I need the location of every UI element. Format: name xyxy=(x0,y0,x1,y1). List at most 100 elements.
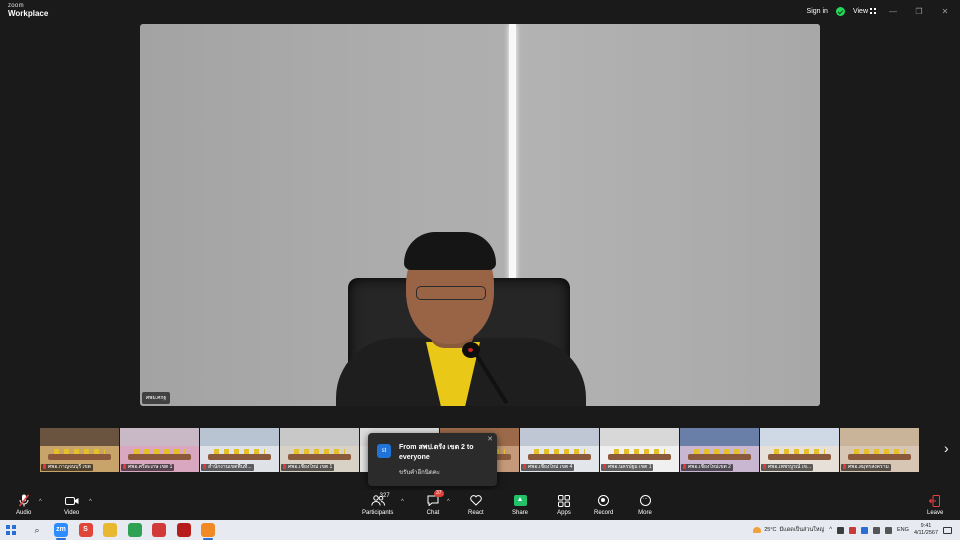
volume-tray-icon[interactable] xyxy=(885,526,893,534)
more-button[interactable]: ··· More xyxy=(638,494,652,516)
share-label: Share xyxy=(512,510,529,516)
record-label: Record xyxy=(594,510,614,516)
security-tray-icon[interactable] xyxy=(849,526,857,534)
weather-widget[interactable]: 25°C มีแดดเป็นส่วนใหญ่ xyxy=(753,526,824,534)
security-shield-icon[interactable] xyxy=(835,6,845,16)
video-camera-icon xyxy=(64,494,79,507)
view-button[interactable]: View xyxy=(853,8,876,15)
media-app-icon[interactable] xyxy=(201,523,215,537)
participant-tile[interactable]: สำนักงานเขตพื้นที่... xyxy=(200,428,279,472)
video-options-caret[interactable]: ^ xyxy=(89,499,92,505)
share-screen-icon xyxy=(513,494,527,507)
muted-mic-icon xyxy=(523,464,526,469)
chat-message-text: ขรับคำอีกนิดคะ xyxy=(399,470,440,476)
zoom-window: zoom Workplace Sign in View — ❐ ✕ ศพม.ศก… xyxy=(0,0,960,540)
s-app-icon[interactable]: S xyxy=(78,523,93,537)
meeting-toolbar: Audio ^ Video ^ 327 Participants ^ 37 Ch… xyxy=(0,490,960,520)
tile-name-text: ศพอ.เชียงใหม่เขต 2 xyxy=(688,464,731,470)
tile-name-text: ศพอ.เชียงใหม่ เขต 4 xyxy=(528,464,573,470)
muted-mic-icon xyxy=(603,464,606,469)
logo-workplace-text: Workplace xyxy=(8,9,49,18)
participant-tile[interactable]: ศพอ.เชียงใหม่ เขต 1 xyxy=(280,428,359,472)
weather-desc: มีแดดเป็นส่วนใหญ่ xyxy=(779,527,825,533)
tile-table xyxy=(687,453,752,460)
file-explorer-icon[interactable] xyxy=(103,523,117,537)
close-button[interactable]: ✕ xyxy=(936,7,954,16)
tile-name-label: ศพอ.ศรีสะเกษ เขต 1 xyxy=(121,464,175,471)
chat-label: Chat xyxy=(426,510,440,516)
more-label: More xyxy=(638,510,652,516)
muted-mic-icon xyxy=(683,464,686,469)
audio-options-caret[interactable]: ^ xyxy=(39,499,42,505)
input-language[interactable]: ENG xyxy=(897,527,909,533)
muted-mic-icon xyxy=(763,464,766,469)
chat-bubble-icon: 37 xyxy=(426,490,444,507)
participant-tile[interactable]: ศพอ.กาญจนบุรี เขต xyxy=(40,428,119,472)
audio-button[interactable]: Audio xyxy=(16,494,31,516)
weather-sun-icon xyxy=(753,527,762,533)
minimize-button[interactable]: — xyxy=(884,7,902,16)
leave-button[interactable]: Leave xyxy=(927,494,943,516)
show-hidden-icons-chevron-icon[interactable]: ^ xyxy=(829,527,832,534)
participant-tile[interactable]: ศพอ.สมุทรสงคราม xyxy=(840,428,919,472)
react-button[interactable]: React xyxy=(468,494,484,516)
tile-ceiling xyxy=(680,428,759,446)
light-strip xyxy=(509,24,516,284)
tile-name-label: ศพอ.เพชรบูรณ์ เข... xyxy=(761,464,814,471)
record-button[interactable]: Record xyxy=(594,494,613,516)
apps-button[interactable]: Apps xyxy=(557,494,571,516)
tile-ceiling xyxy=(120,428,199,446)
muted-mic-icon xyxy=(17,494,31,507)
browser-icon[interactable] xyxy=(176,523,191,537)
leave-door-icon xyxy=(928,494,942,507)
bluetooth-tray-icon[interactable] xyxy=(861,526,869,534)
participant-tile[interactable]: ศพอ.เชียงใหม่เขต 2 xyxy=(680,428,759,472)
tile-name-text: ศพอ.เชียงใหม่ เขต 1 xyxy=(288,464,333,470)
sign-in-link[interactable]: Sign in xyxy=(807,8,828,15)
chat-notification-toast[interactable]: st From สพป.ตรัง เขต 2 to everyone ขรับค… xyxy=(368,433,497,486)
participant-tile[interactable]: ศพอ.เชียงใหม่ เขต 4 xyxy=(520,428,599,472)
video-button[interactable]: Video xyxy=(64,494,79,516)
participant-tile[interactable]: ศพอ.ศรีสะเกษ เขต 1 xyxy=(120,428,199,472)
windows-start-icon[interactable] xyxy=(6,525,16,535)
search-icon[interactable]: ⌕ xyxy=(30,523,44,537)
apps-label: Apps xyxy=(557,510,571,516)
clock-date: 4/11/2567 xyxy=(913,530,938,536)
share-button[interactable]: Share xyxy=(512,494,528,516)
tile-table xyxy=(47,453,112,460)
filmstrip-next-arrow-icon[interactable]: › xyxy=(944,440,949,456)
speaker-name-label: ศพม.ศกฐ xyxy=(142,392,171,404)
view-label: View xyxy=(852,7,868,15)
acrobat-icon[interactable] xyxy=(152,523,166,537)
tile-ceiling xyxy=(40,428,119,446)
participants-button[interactable]: 327 Participants xyxy=(362,493,393,516)
network-tray-icon[interactable] xyxy=(873,526,881,534)
clock[interactable]: 9:41 4/11/2567 xyxy=(914,523,938,537)
participants-icon: 327 xyxy=(364,493,392,507)
active-speaker-video[interactable]: ศพม.ศกฐ xyxy=(140,24,820,406)
tile-name-label: ศพอ.เชียงใหม่เขต 2 xyxy=(681,464,733,471)
tile-name-label: ศพอ.เชียงใหม่ เขต 4 xyxy=(521,464,575,471)
zoom-app-icon[interactable]: zm xyxy=(54,523,68,537)
video-label: Video xyxy=(64,510,80,516)
participant-tile[interactable]: ศพอ.นครปฐม เขต 1 xyxy=(600,428,679,472)
participant-tile[interactable]: ศพอ.เพชรบูรณ์ เข... xyxy=(760,428,839,472)
tile-ceiling xyxy=(840,428,919,446)
chrome-icon[interactable] xyxy=(127,523,142,537)
participants-options-caret[interactable]: ^ xyxy=(401,499,404,505)
muted-mic-icon xyxy=(203,464,206,469)
heart-icon xyxy=(469,494,483,507)
tile-ceiling xyxy=(760,428,839,446)
tile-name-label: ศพอ.สมุทรสงคราม xyxy=(841,464,891,471)
react-label: React xyxy=(468,510,484,516)
toast-close-icon[interactable]: ✕ xyxy=(487,435,493,443)
microphone-tray-icon[interactable] xyxy=(837,526,845,534)
tile-name-text: ศพอ.เพชรบูรณ์ เข... xyxy=(768,464,812,470)
chat-sender-avatar-icon: st xyxy=(377,444,391,458)
participants-count: 327 xyxy=(379,493,390,499)
chat-button[interactable]: 37 Chat xyxy=(426,490,444,516)
notification-icon[interactable] xyxy=(943,526,952,534)
restore-button[interactable]: ❐ xyxy=(910,7,928,16)
chat-options-caret[interactable]: ^ xyxy=(447,499,450,505)
tile-ceiling xyxy=(520,428,599,446)
